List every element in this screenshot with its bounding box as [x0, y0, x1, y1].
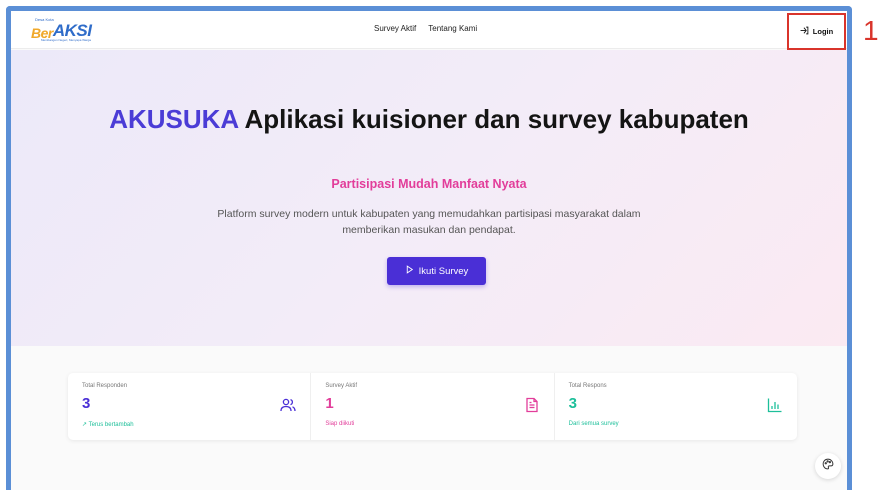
stat-survey-aktif: Survey Aktif 1 Siap diikuti	[311, 373, 555, 440]
hero-description: Platform survey modern untuk kabupaten y…	[217, 208, 641, 236]
navbar: Desa Kota Ber AKSI Membangun Negeri, Men…	[11, 11, 847, 50]
stat-label: Total Respons	[568, 383, 607, 389]
theme-palette-button[interactable]	[815, 453, 841, 479]
stat-label: Total Responden	[82, 383, 128, 389]
nav-link-tentang-kami[interactable]: Tentang Kami	[428, 24, 477, 33]
bar-chart-icon	[767, 397, 783, 413]
ikuti-survey-label: Ikuti Survey	[418, 265, 469, 277]
login-highlight-box: Login	[787, 13, 846, 50]
nav-link-survey-aktif[interactable]: Survey Aktif	[374, 24, 416, 33]
stat-note: Dari semua survey	[568, 421, 619, 427]
play-icon	[405, 265, 414, 277]
nav-links: Survey Aktif Tentang Kami	[374, 24, 477, 33]
stat-note: ↗ Terus bertambah	[82, 422, 134, 428]
stats-card: Total Responden 3 ↗ Terus bertambah Surv…	[68, 373, 797, 440]
stat-value: 1	[325, 395, 334, 412]
stat-note: Siap diikuti	[325, 421, 355, 427]
ikuti-survey-button[interactable]: Ikuti Survey	[387, 257, 486, 285]
logo[interactable]: Desa Kota Ber AKSI Membangun Negeri, Men…	[31, 17, 92, 42]
logo-tag: Desa Kota	[35, 17, 54, 22]
stat-value: 3	[82, 395, 91, 412]
annotation-step-number: 1	[863, 15, 879, 46]
stat-value: 3	[568, 395, 577, 412]
document-icon	[524, 397, 540, 413]
login-button[interactable]: Login	[800, 26, 833, 37]
login-label: Login	[812, 27, 834, 36]
browser-frame: Desa Kota Ber AKSI Membangun Negeri, Men…	[6, 6, 852, 490]
hero-subtitle: Partisipasi Mudah Manfaat Nyata	[331, 177, 527, 191]
hero-section: AKUSUKA Aplikasi kuisioner dan survey ka…	[11, 50, 847, 346]
stat-total-respons: Total Respons 3 Dari semua survey	[555, 373, 797, 440]
users-icon	[280, 397, 296, 413]
hero-brand: AKUSUKA	[109, 104, 239, 134]
hero-title-text: Aplikasi kuisioner dan survey kabupaten	[238, 104, 749, 134]
stat-label: Survey Aktif	[325, 383, 358, 389]
logo-subtitle: Membangun Negeri, Menyapa Warga	[41, 38, 91, 42]
screen: Desa Kota Ber AKSI Membangun Negeri, Men…	[0, 0, 883, 490]
hero-title: AKUSUKA Aplikasi kuisioner dan survey ka…	[11, 105, 847, 134]
stat-total-responden: Total Responden 3 ↗ Terus bertambah	[68, 373, 312, 440]
login-icon	[800, 26, 809, 37]
palette-icon	[822, 457, 834, 475]
